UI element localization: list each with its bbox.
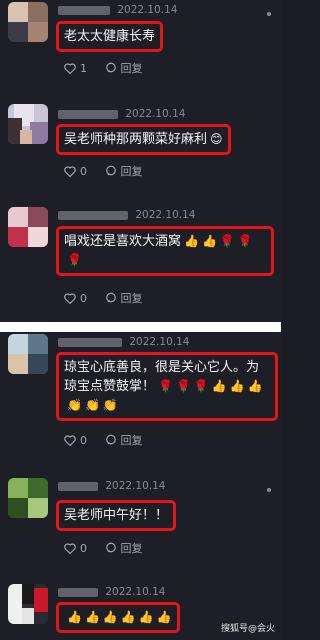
reply-button[interactable]: 回复: [105, 290, 143, 306]
comment-text-highlight: 吴老师中午好！！: [56, 500, 177, 531]
reply-label: 回复: [120, 62, 143, 75]
like-count: 0: [80, 542, 87, 555]
blurred-username: [58, 5, 110, 15]
comment-meta: 2022.10.14: [58, 4, 177, 18]
thumbs-up-emoji: 👍: [211, 379, 227, 393]
comment-text: 吴老师种那两颗菜好麻利: [64, 132, 208, 147]
heart-icon: [64, 543, 76, 554]
comment-date: 2022.10.14: [105, 480, 166, 492]
comment-date: 2022.10.14: [125, 108, 186, 120]
like-count: 0: [80, 434, 87, 447]
comment-meta: 2022.10.14: [58, 336, 189, 350]
reply-bubble-icon: [105, 434, 116, 445]
more-options-icon[interactable]: [267, 488, 271, 492]
rose-emoji: 🌹: [158, 379, 173, 393]
avatar[interactable]: [8, 584, 48, 624]
comment-meta: 2022.10.14: [58, 586, 165, 600]
reply-label: 回复: [120, 292, 143, 305]
reply-label: 回复: [120, 542, 143, 555]
clapping-emoji: 👏: [102, 398, 118, 412]
comment-meta: 2022.10.14: [58, 108, 185, 122]
comment-date: 2022.10.14: [105, 586, 166, 598]
comment-panel-1: 2022.10.14 老太太健康长寿 1 回复 2022.10.14 吴老师种那…: [0, 0, 281, 322]
thumbs-up-emoji: 👍: [201, 234, 217, 248]
like-count: 0: [80, 165, 87, 178]
comment-text: 吴老师中午好！！: [64, 508, 169, 523]
like-button[interactable]: 1: [64, 62, 87, 75]
thumbs-up-emoji: 👍: [102, 610, 118, 624]
comment-panel-2: 2022.10.14 琼宝心底善良，很是关心它人。为琼宝点赞鼓掌！ 🌹 🌹 🌹 👍 👍 👍👏…: [0, 332, 281, 640]
avatar[interactable]: [8, 2, 48, 42]
reply-button[interactable]: 回复: [105, 163, 143, 179]
blurred-username: [58, 587, 98, 597]
clapping-emoji: 👏: [67, 398, 82, 412]
thumbs-up-emoji: 👍: [67, 610, 82, 624]
like-button[interactable]: 0: [64, 165, 87, 178]
rose-emoji: 🌹: [67, 253, 82, 267]
like-button[interactable]: 0: [64, 434, 87, 447]
reply-button[interactable]: 回复: [105, 540, 143, 556]
comment-meta: 2022.10.14: [58, 480, 165, 494]
comment-text-highlight: 吴老师种那两颗菜好麻利 😊: [56, 124, 231, 155]
reply-bubble-icon: [105, 292, 116, 303]
heart-icon: [64, 166, 76, 177]
reply-bubble-icon: [105, 542, 116, 553]
thumbs-up-emoji: 👍: [84, 610, 100, 624]
thumbs-up-emoji: 👍: [247, 379, 263, 393]
reply-label: 回复: [120, 165, 143, 178]
smile-emoji: 😊: [210, 132, 223, 146]
thumbs-up-emoji: 👍: [120, 610, 136, 624]
comment-actions: 0 回复: [64, 432, 157, 448]
thumbs-up-emoji: 👍: [156, 610, 172, 624]
reply-bubble-icon: [105, 62, 116, 73]
comment-text-highlight: 👍 👍 👍 👍 👍 👍: [56, 602, 180, 633]
comment-text: 唱戏还是喜欢大酒窝: [64, 234, 182, 249]
heart-icon: [64, 63, 76, 74]
comment-actions: 0 回复: [64, 540, 157, 556]
thumbs-up-emoji: 👍: [229, 379, 245, 393]
comment-actions: 1 回复: [64, 60, 157, 76]
rose-emoji: 🌹: [175, 379, 191, 393]
comment-date: 2022.10.14: [129, 336, 190, 348]
screenshot-divider: [0, 322, 281, 332]
comment-actions: 0 回复: [64, 290, 157, 306]
comment-text-highlight: 琼宝心底善良，很是关心它人。为琼宝点赞鼓掌！ 🌹 🌹 🌹 👍 👍 👍👏 👏 👏: [56, 352, 278, 421]
reply-bubble-icon: [105, 165, 116, 176]
rose-emoji: 🌹: [193, 379, 209, 393]
like-count: 1: [80, 62, 87, 75]
blurred-username: [58, 481, 98, 491]
like-button[interactable]: 0: [64, 542, 87, 555]
like-button[interactable]: 0: [64, 292, 87, 305]
rose-emoji: 🌹: [219, 234, 235, 248]
avatar[interactable]: [8, 207, 48, 247]
blurred-username: [58, 337, 122, 347]
watermark: 搜狐号@会火: [220, 624, 275, 634]
comment-text-highlight: 老太太健康长寿: [56, 21, 164, 52]
blurred-username: [58, 210, 128, 220]
comment-text: 老太太健康长寿: [64, 29, 156, 44]
avatar[interactable]: [8, 478, 48, 518]
heart-icon: [64, 293, 76, 304]
like-count: 0: [80, 292, 87, 305]
blurred-username: [58, 109, 118, 119]
avatar[interactable]: [8, 334, 48, 374]
comment-date: 2022.10.14: [117, 4, 178, 16]
heart-icon: [64, 435, 76, 446]
more-options-icon[interactable]: [267, 12, 271, 16]
thumbs-up-emoji: 👍: [138, 610, 154, 624]
reply-button[interactable]: 回复: [105, 60, 143, 76]
clapping-emoji: 👏: [84, 398, 100, 412]
avatar[interactable]: [8, 104, 48, 144]
thumbs-up-emoji: 👍: [184, 234, 199, 248]
rose-emoji: 🌹: [237, 234, 253, 248]
reply-button[interactable]: 回复: [105, 432, 143, 448]
comment-text-highlight: 唱戏还是喜欢大酒窝 👍 👍 🌹 🌹🌹: [56, 226, 274, 276]
comment-meta: 2022.10.14: [58, 209, 195, 223]
reply-label: 回复: [120, 434, 143, 447]
comment-date: 2022.10.14: [135, 209, 196, 221]
comment-actions: 0 回复: [64, 163, 157, 179]
